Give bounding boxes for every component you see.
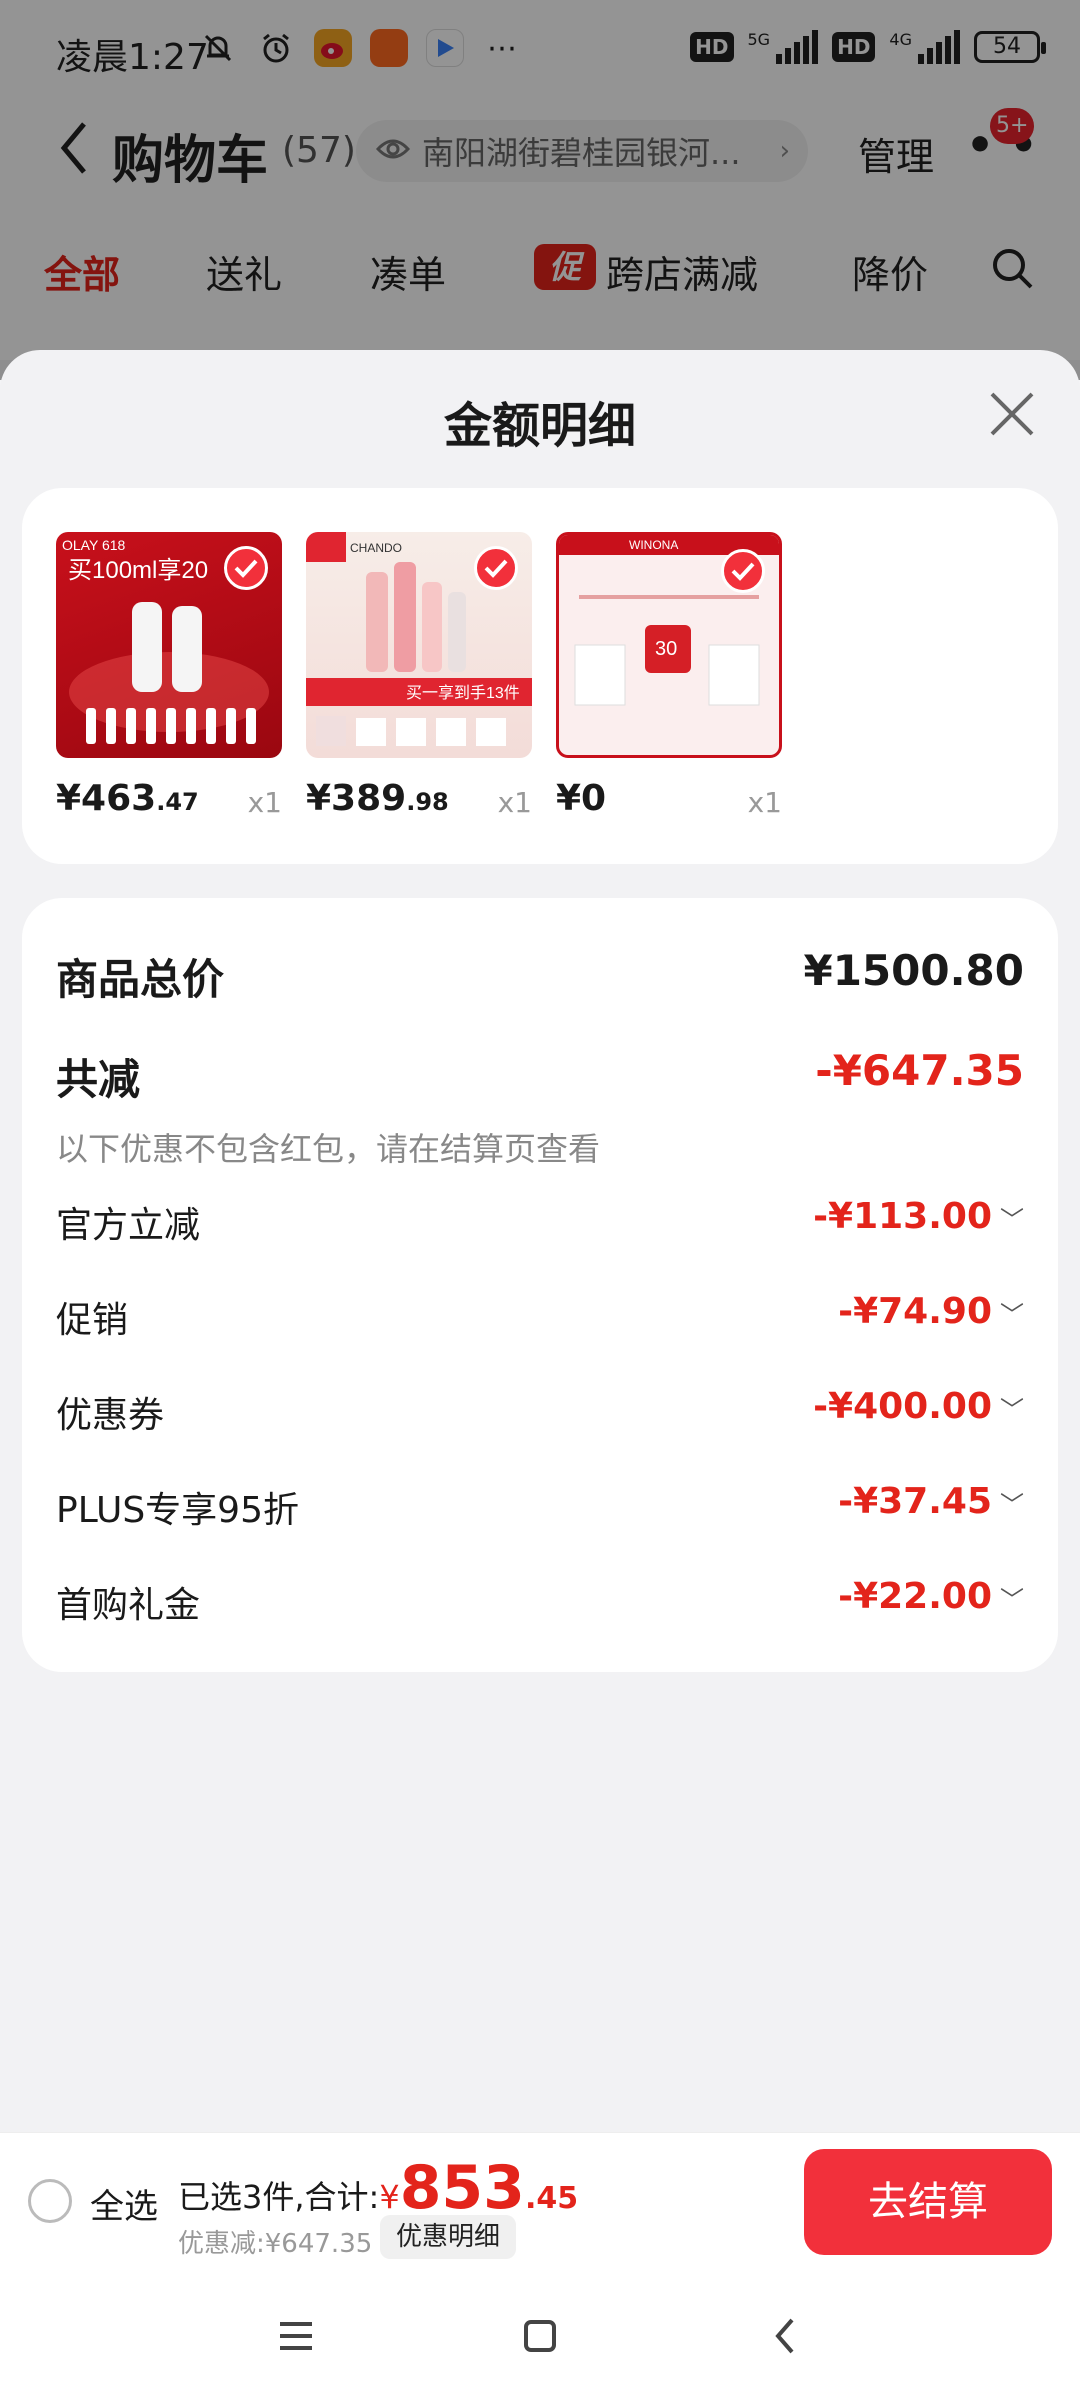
product-qty: x1 xyxy=(747,786,782,819)
discount-value: -¥22.00 ﹀ xyxy=(838,1576,1024,1617)
product-price: ¥463.47 xyxy=(56,778,199,819)
chevron-down-icon: ﹀ xyxy=(1000,1491,1024,1519)
checkout-bar: 全选 已选3件,合计:¥853.45 优惠减:¥647.35 优惠明细 去结算 xyxy=(0,2132,1080,2270)
product-thumbnail: CHANDO 买一享到手13件 xyxy=(306,532,532,758)
promo-mark: 30 xyxy=(655,638,677,660)
chevron-down-icon: ﹀ xyxy=(1000,1301,1024,1329)
checked-icon[interactable] xyxy=(474,546,518,590)
product-price-row: ¥463.47 x1 xyxy=(56,774,282,824)
price-breakdown-card: 商品总价 ¥1500.80 共减 -¥647.35 以下优惠不包含红包，请在结算… xyxy=(22,898,1058,1672)
discount-value: -¥113.00 ﹀ xyxy=(813,1196,1024,1237)
discount-value: -¥400.00 ﹀ xyxy=(813,1386,1024,1427)
brand-mark: CHANDO xyxy=(350,541,402,555)
brand-mark: WINONA xyxy=(629,538,678,552)
discount-label: 官方立减 xyxy=(56,1205,201,1246)
selected-total: 已选3件,合计:¥853.45 xyxy=(178,2153,578,2223)
product-price: ¥389.98 xyxy=(306,778,449,819)
discount-detail-button[interactable]: 优惠明细 xyxy=(380,2215,517,2259)
modal-dim-overlay[interactable] xyxy=(0,0,1080,380)
chevron-down-icon: ﹀ xyxy=(1000,1396,1024,1424)
total-reduce-value: -¥647.35 xyxy=(815,1046,1024,1095)
discount-row-promotion[interactable]: 促销 -¥74.90 ﹀ xyxy=(56,1291,1024,1351)
checkout-button[interactable]: 去结算 xyxy=(804,2149,1052,2255)
product-qty: x1 xyxy=(497,786,532,819)
selected-products-card: OLAY 618 买100ml享20 ¥463.47 x1 CHANDO 买一享… xyxy=(22,488,1058,864)
sheet-title: 金额明细 xyxy=(443,398,636,454)
selected-count-text: 已选3件,合计: xyxy=(178,2178,380,2216)
home-square-icon[interactable] xyxy=(510,2306,570,2366)
product-item[interactable]: WINONA 30 ¥0 x1 xyxy=(556,532,782,824)
discount-value: -¥37.45 ﹀ xyxy=(838,1481,1024,1522)
total-decimal: .45 xyxy=(524,2181,579,2216)
promo-mark: 买100ml享20 xyxy=(68,557,208,584)
total-price-value: ¥1500.80 xyxy=(803,946,1024,995)
total-reduce-row: 共减 -¥647.35 xyxy=(56,1046,1024,1106)
total-reduce-label: 共减 xyxy=(56,1055,141,1104)
close-icon[interactable] xyxy=(986,388,1038,440)
discount-label: 首购礼金 xyxy=(56,1585,201,1626)
system-nav-bar xyxy=(0,2270,1080,2400)
chevron-down-icon: ﹀ xyxy=(1000,1586,1024,1614)
product-price-row: ¥0 x1 xyxy=(556,774,782,824)
discount-label: 促销 xyxy=(56,1300,129,1341)
currency-symbol: ¥ xyxy=(379,2178,400,2216)
discount-row-plus[interactable]: PLUS专享95折 -¥37.45 ﹀ xyxy=(56,1481,1024,1541)
brand-mark: OLAY 618 xyxy=(62,537,126,553)
amount-detail-sheet: 金额明细 OLAY 618 买100ml享20 ¥463.47 x1 CHAND… xyxy=(0,350,1080,2132)
discount-row-official[interactable]: 官方立减 -¥113.00 ﹀ xyxy=(56,1196,1024,1256)
discount-row-first-buy[interactable]: 首购礼金 -¥22.00 ﹀ xyxy=(56,1576,1024,1636)
menu-icon[interactable] xyxy=(266,2306,326,2366)
promo-mark: 买一享到手13件 xyxy=(406,684,520,702)
discount-label: 优惠券 xyxy=(56,1395,165,1436)
product-price: ¥0 xyxy=(556,778,607,819)
discount-row-coupon[interactable]: 优惠券 -¥400.00 ﹀ xyxy=(56,1386,1024,1446)
back-chevron-icon[interactable] xyxy=(756,2306,816,2366)
product-item[interactable]: CHANDO 买一享到手13件 ¥389.98 x1 xyxy=(306,532,532,824)
total-integer: 853 xyxy=(399,2153,525,2223)
product-item[interactable]: OLAY 618 买100ml享20 ¥463.47 x1 xyxy=(56,532,282,824)
discount-summary: 优惠减:¥647.35 xyxy=(178,2229,373,2259)
total-price-label: 商品总价 xyxy=(56,955,225,1004)
product-thumbnail: WINONA 30 xyxy=(556,532,782,758)
discount-label: PLUS专享95折 xyxy=(56,1490,299,1531)
product-price-row: ¥389.98 x1 xyxy=(306,774,532,824)
checked-icon[interactable] xyxy=(721,549,765,593)
checked-icon[interactable] xyxy=(224,546,268,590)
discount-note: 以下优惠不包含红包，请在结算页查看 xyxy=(56,1130,601,1168)
discount-value: -¥74.90 ﹀ xyxy=(838,1291,1024,1332)
select-all-radio[interactable] xyxy=(28,2179,72,2223)
product-qty: x1 xyxy=(247,786,282,819)
select-all-label[interactable]: 全选 xyxy=(90,2179,158,2228)
chevron-down-icon: ﹀ xyxy=(1000,1206,1024,1234)
product-thumbnail: OLAY 618 买100ml享20 xyxy=(56,532,282,758)
total-price-row: 商品总价 ¥1500.80 xyxy=(56,946,1024,1006)
